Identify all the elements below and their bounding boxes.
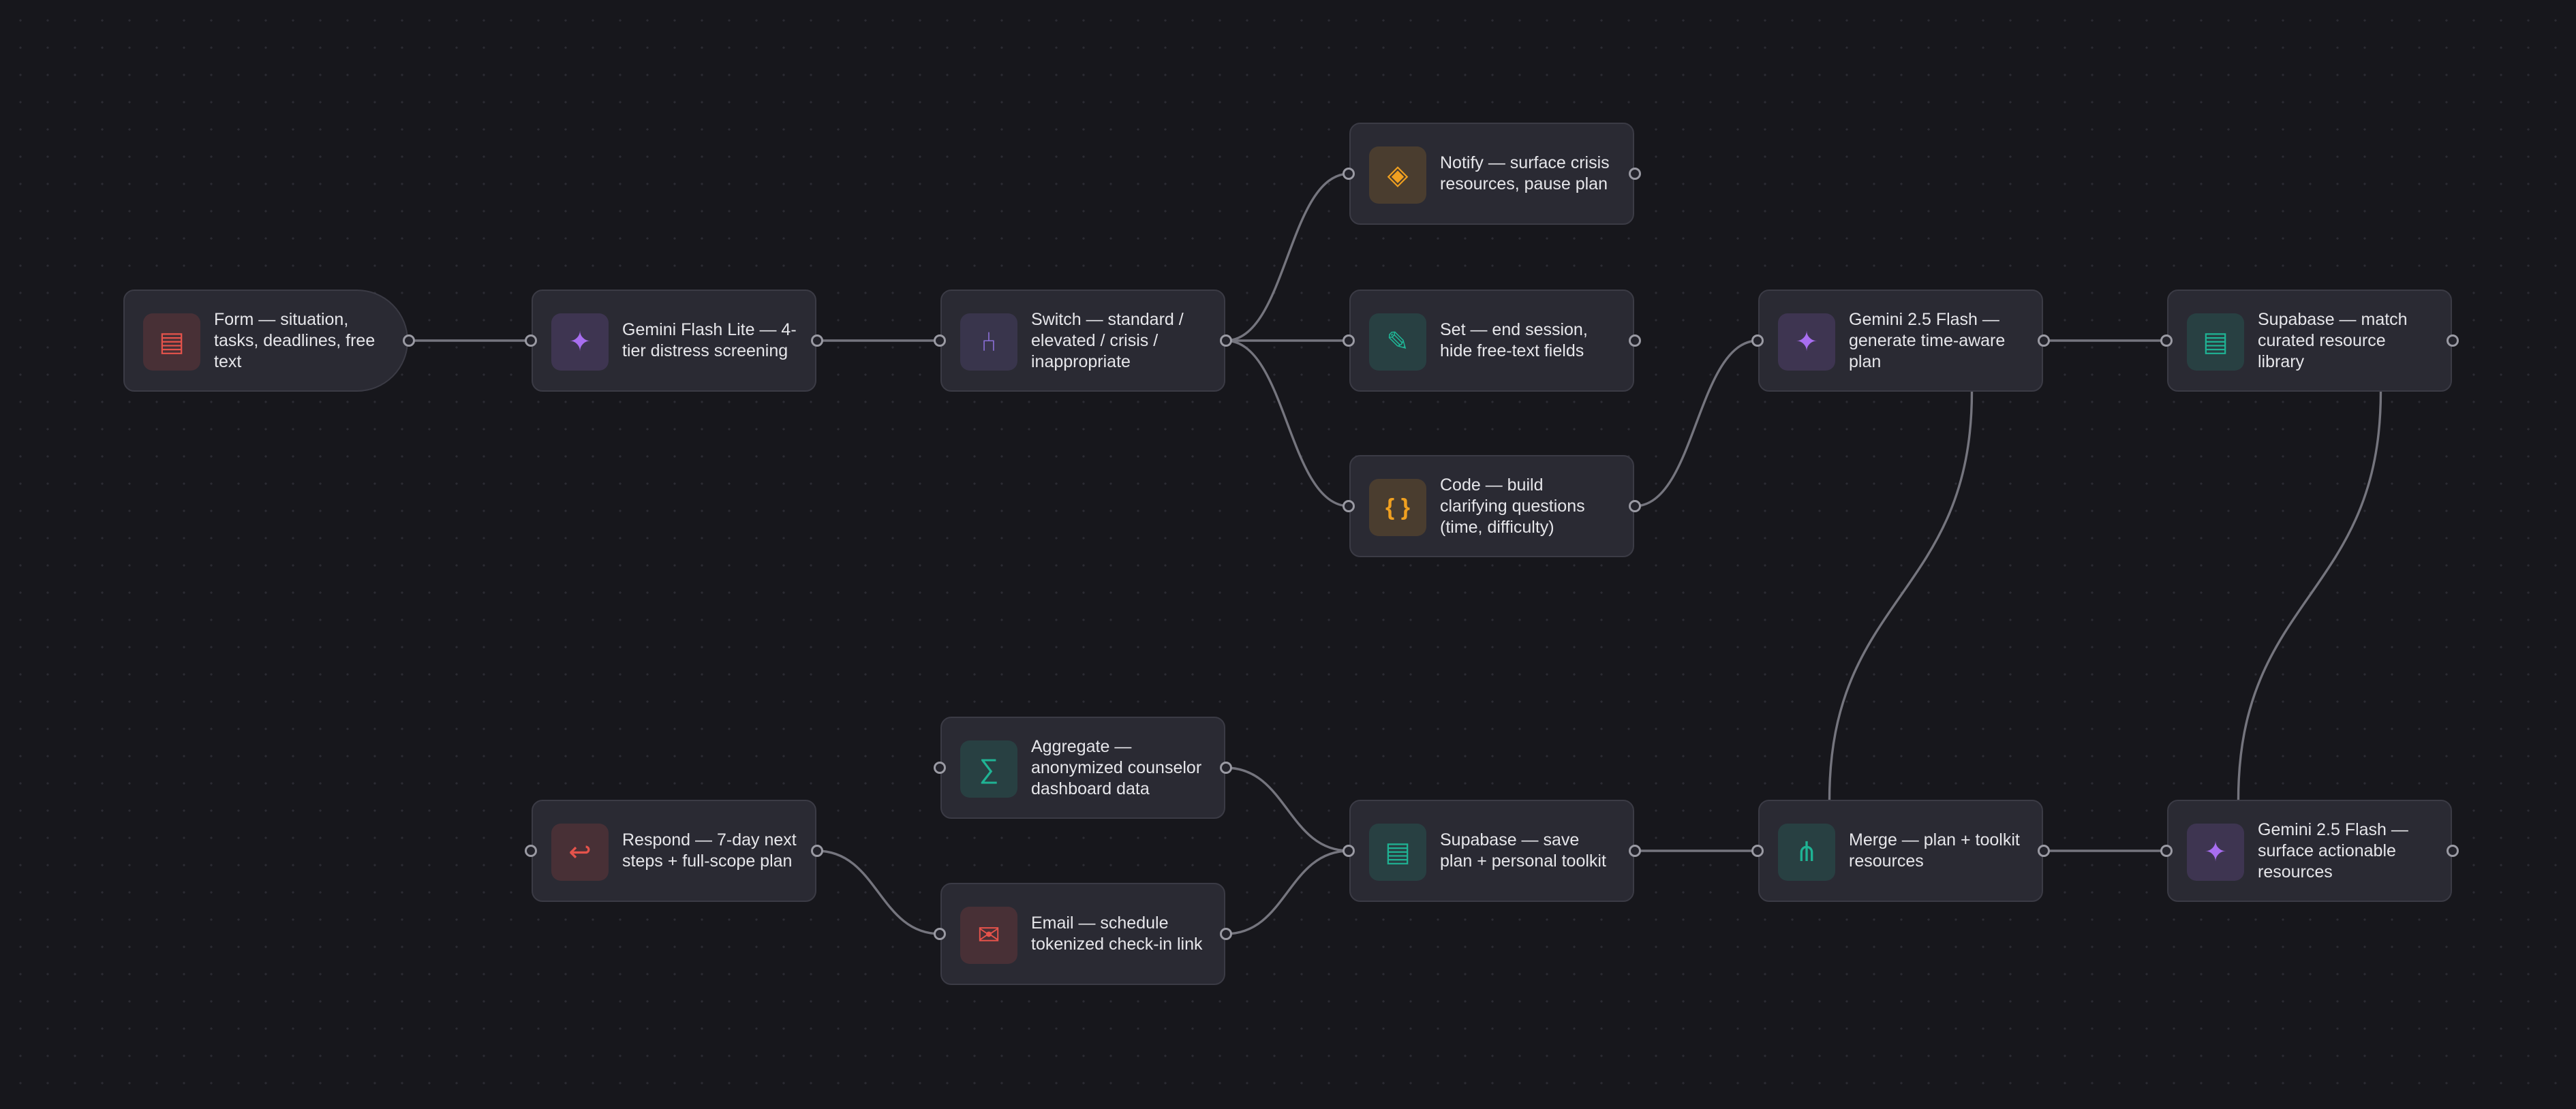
sparkle-icon: ✦ — [551, 313, 609, 371]
switch-branch-icon: ⑃ — [960, 313, 1017, 371]
input-port[interactable] — [1751, 845, 1764, 857]
input-port[interactable] — [2160, 334, 2173, 347]
form-icon: ▤ — [143, 313, 200, 371]
input-port[interactable] — [1343, 168, 1355, 180]
output-port[interactable] — [1220, 762, 1232, 774]
sparkle-icon: ✦ — [2187, 824, 2244, 881]
node-label: Form — situation, tasks, deadlines, free… — [214, 309, 375, 371]
output-port[interactable] — [2038, 334, 2050, 347]
node-label: Merge — plan + toolkit resources — [1849, 830, 2020, 871]
workflow-canvas[interactable]: ▤ Form — situation, tasks, deadlines, fr… — [0, 0, 2576, 1109]
output-port[interactable] — [1629, 500, 1641, 512]
connections-layer — [408, 172, 2382, 935]
input-port[interactable] — [1343, 500, 1355, 512]
node-set[interactable]: ✎ Set — end session, hide free-text fiel… — [1343, 290, 1641, 392]
input-port[interactable] — [934, 334, 946, 347]
input-port[interactable] — [2160, 845, 2173, 857]
node-email[interactable]: ✉ Email — schedule tokenized check-in li… — [934, 883, 1232, 985]
alert-diamond-icon: ◈ — [1369, 146, 1426, 204]
edge-switch-notify[interactable] — [1225, 172, 1350, 342]
node-generate-plan[interactable]: ✦ Gemini 2.5 Flash — generate time-aware… — [1751, 290, 2050, 392]
edge-email-save[interactable] — [1225, 849, 1350, 935]
node-label: Supabase — match curated resource librar… — [2258, 309, 2408, 371]
node-save-plan[interactable]: ▤ Supabase — save plan + personal toolki… — [1343, 800, 1641, 902]
output-port[interactable] — [1629, 168, 1641, 180]
envelope-icon: ✉ — [960, 907, 1017, 964]
input-port[interactable] — [1343, 845, 1355, 857]
node-label: Notify — surface crisis resources, pause… — [1440, 153, 1610, 193]
output-port[interactable] — [403, 334, 415, 347]
edge-respond-email[interactable] — [816, 849, 941, 935]
node-label: Respond — 7-day next steps + full-scope … — [622, 830, 797, 871]
pencil-icon: ✎ — [1369, 313, 1426, 371]
node-label: Switch — standard / elevated / crisis / … — [1031, 309, 1184, 371]
sigma-icon: ∑ — [960, 740, 1017, 798]
input-port[interactable] — [1751, 334, 1764, 347]
node-form-trigger[interactable]: ▤ Form — situation, tasks, deadlines, fr… — [123, 290, 415, 392]
input-port[interactable] — [525, 334, 537, 347]
node-respond[interactable]: ↩ Respond — 7-day next steps + full-scop… — [525, 800, 823, 902]
output-port[interactable] — [1629, 334, 1641, 347]
input-port[interactable] — [1343, 334, 1355, 347]
node-label: Code — build clarifying questions (time,… — [1440, 475, 1585, 537]
node-label: Set — end session, hide free-text fields — [1440, 320, 1588, 360]
return-arrow-icon: ↩ — [551, 824, 609, 881]
output-port[interactable] — [2038, 845, 2050, 857]
node-notify[interactable]: ◈ Notify — surface crisis resources, pau… — [1343, 123, 1641, 225]
database-icon: ▤ — [2187, 313, 2244, 371]
edge-match-surface[interactable] — [2237, 391, 2382, 800]
output-port[interactable] — [2447, 845, 2459, 857]
node-surface-resources[interactable]: ✦ Gemini 2.5 Flash — surface actionable … — [2160, 800, 2459, 902]
node-label: Supabase — save plan + personal toolkit — [1440, 830, 1606, 871]
edge-code-plan[interactable] — [1634, 339, 1759, 507]
output-port[interactable] — [811, 845, 823, 857]
edge-aggregate-save[interactable] — [1225, 766, 1350, 852]
node-label: Aggregate — anonymized counselor dashboa… — [1031, 736, 1202, 798]
node-label: Gemini 2.5 Flash — generate time-aware p… — [1849, 309, 2006, 371]
output-port[interactable] — [2447, 334, 2459, 347]
node-merge[interactable]: ⋔ Merge — plan + toolkit resources — [1751, 800, 2050, 902]
node-code[interactable]: { } Code — build clarifying questions (t… — [1343, 455, 1641, 557]
node-distress-screening[interactable]: ✦ Gemini Flash Lite — 4-tier distress sc… — [525, 290, 823, 392]
input-port[interactable] — [934, 928, 946, 940]
merge-icon: ⋔ — [1778, 824, 1835, 881]
node-match-resources[interactable]: ▤ Supabase — match curated resource libr… — [2160, 290, 2459, 392]
node-label: Email — schedule tokenized check-in link — [1031, 913, 1203, 954]
node-aggregate[interactable]: ∑ Aggregate — anonymized counselor dashb… — [934, 717, 1232, 819]
input-port[interactable] — [934, 762, 946, 774]
database-icon: ▤ — [1369, 824, 1426, 881]
output-port[interactable] — [1629, 845, 1641, 857]
edge-switch-code[interactable] — [1225, 339, 1350, 507]
input-port[interactable] — [525, 845, 537, 857]
edge-plan-merge[interactable] — [1828, 391, 1974, 800]
output-port[interactable] — [811, 334, 823, 347]
code-braces-icon: { } — [1369, 479, 1426, 536]
sparkle-icon: ✦ — [1778, 313, 1835, 371]
output-port[interactable] — [1220, 334, 1232, 347]
node-label: Gemini 2.5 Flash — surface actionable re… — [2258, 819, 2408, 881]
output-port[interactable] — [1220, 928, 1232, 940]
node-switch[interactable]: ⑃ Switch — standard / elevated / crisis … — [934, 290, 1232, 392]
node-label: Gemini Flash Lite — 4-tier distress scre… — [622, 320, 797, 360]
